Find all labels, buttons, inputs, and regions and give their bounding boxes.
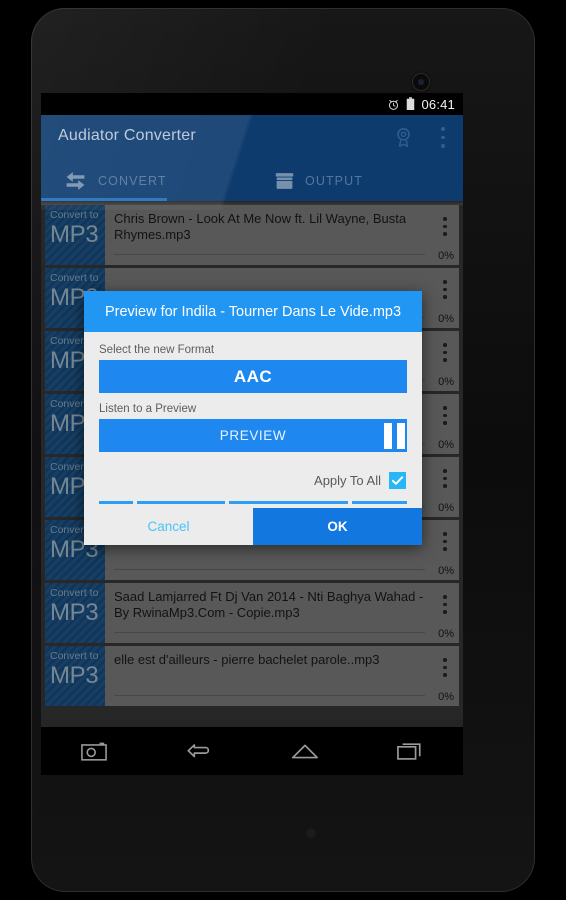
nav-back-button[interactable] <box>147 742 253 760</box>
tab-output-label: OUTPUT <box>305 173 363 188</box>
status-bar-time: 06:41 <box>421 96 455 112</box>
format-select-button[interactable]: AAC <box>99 360 407 393</box>
nav-home-button[interactable] <box>252 743 358 759</box>
award-badge-icon[interactable] <box>394 127 413 148</box>
device-screen: 06:41 Audiator Converter CONVERT OUTPUT <box>41 93 463 775</box>
format-field-label: Select the new Format <box>99 344 215 356</box>
apply-to-all-checkbox[interactable] <box>389 472 406 489</box>
tab-output[interactable]: OUTPUT <box>252 160 463 201</box>
system-nav-bar <box>41 727 463 775</box>
dialog-divider <box>99 501 407 504</box>
apply-to-all-row[interactable]: Apply To All <box>99 452 407 501</box>
home-icon <box>291 744 318 759</box>
alarm-clock-icon <box>389 99 399 110</box>
dialog-header: Preview for Indila - Tourner Dans Le Vid… <box>84 291 422 332</box>
tab-bar: CONVERT OUTPUT <box>41 160 463 201</box>
action-bar: Audiator Converter <box>41 115 463 160</box>
convert-arrows-icon <box>66 171 85 190</box>
preview-button-label: PREVIEW <box>219 428 287 443</box>
camera-icon <box>80 742 107 761</box>
apply-to-all-label: Apply To All <box>314 473 381 488</box>
preview-field-label: Listen to a Preview <box>99 403 197 415</box>
archive-box-icon <box>275 172 294 189</box>
ok-button[interactable]: OK <box>253 508 422 545</box>
app-title: Audiator Converter <box>58 127 196 144</box>
microphone-icon <box>307 829 315 837</box>
back-arrow-icon <box>187 744 210 758</box>
front-camera-icon <box>413 74 429 90</box>
dialog-button-row: Cancel OK <box>84 508 422 545</box>
recents-icon <box>397 743 421 760</box>
nav-recents-button[interactable] <box>358 741 464 761</box>
overflow-menu-icon[interactable] <box>441 127 445 148</box>
tab-convert[interactable]: CONVERT <box>41 160 252 201</box>
pause-icon[interactable] <box>384 421 405 450</box>
dialog-body: Select the new Format AAC Listen to a Pr… <box>84 332 422 504</box>
cancel-button[interactable]: Cancel <box>84 508 253 545</box>
preview-play-button[interactable]: PREVIEW <box>99 419 407 452</box>
nav-screenshot-button[interactable] <box>41 741 147 761</box>
battery-icon <box>407 97 415 110</box>
status-bar: 06:41 <box>41 93 463 115</box>
dialog-title: Preview for Indila - Tourner Dans Le Vid… <box>104 303 402 320</box>
preview-dialog: Preview for Indila - Tourner Dans Le Vid… <box>84 291 422 545</box>
tab-convert-label: CONVERT <box>98 173 167 188</box>
check-icon <box>391 476 404 485</box>
